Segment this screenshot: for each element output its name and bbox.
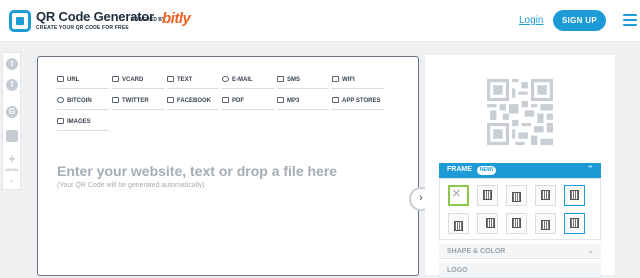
print-icon[interactable] bbox=[6, 130, 18, 142]
wifi-icon bbox=[332, 76, 339, 82]
tab-sms[interactable]: SMS bbox=[277, 75, 329, 89]
new-badge: NEW! bbox=[477, 166, 497, 175]
tab-app-stores[interactable]: APP STORES bbox=[332, 96, 384, 110]
signup-button[interactable]: SIGN UP bbox=[553, 10, 606, 31]
frame-option[interactable] bbox=[477, 185, 498, 206]
twitter-icon[interactable]: t bbox=[6, 58, 18, 70]
frame-option[interactable] bbox=[448, 213, 469, 234]
mp3-icon bbox=[277, 97, 284, 103]
hamburger-menu-icon[interactable] bbox=[623, 14, 637, 26]
tab-email[interactable]: E-MAIL bbox=[222, 75, 274, 89]
vcard-icon bbox=[112, 76, 119, 82]
tab-twitter[interactable]: TWITTER bbox=[112, 96, 164, 110]
frame-option[interactable] bbox=[506, 213, 527, 234]
shape-color-section[interactable]: SHAPE & COLOR ⌄ bbox=[439, 244, 601, 259]
google-icon[interactable]: G bbox=[6, 106, 18, 118]
frame-options-grid: × bbox=[439, 178, 601, 240]
chevron-down-icon: ⌄ bbox=[587, 246, 594, 255]
tab-images[interactable]: IMAGES bbox=[57, 117, 109, 131]
tab-vcard[interactable]: VCARD bbox=[112, 75, 164, 89]
content-input-card[interactable]: URL VCARD TEXT E-MAIL SMS WIFI BITCOIN T… bbox=[37, 56, 419, 276]
social-share-bar: t f G + 249930 ‹ bbox=[2, 52, 21, 190]
tab-text[interactable]: TEXT bbox=[167, 75, 219, 89]
login-link[interactable]: Login bbox=[519, 15, 543, 26]
top-navigation-bar: QR Code Generator CREATE YOUR QR CODE FO… bbox=[0, 0, 640, 42]
frame-option[interactable] bbox=[564, 185, 585, 206]
powered-by-label: POWERED BY bbox=[131, 17, 166, 23]
link-icon bbox=[57, 76, 64, 82]
facebook-icon bbox=[167, 97, 174, 103]
input-prompt[interactable]: Enter your website, text or drop a file … bbox=[57, 163, 337, 179]
share-count: 249930 bbox=[4, 167, 19, 172]
bitcoin-icon bbox=[57, 97, 64, 103]
tab-pdf[interactable]: PDF bbox=[222, 96, 274, 110]
tab-facebook[interactable]: FACEBOOK bbox=[167, 96, 219, 110]
chevron-up-icon: ⌃ bbox=[586, 164, 594, 174]
logo-label: LOGO bbox=[447, 267, 468, 274]
logo-section[interactable]: LOGO bbox=[439, 263, 601, 278]
email-icon bbox=[222, 76, 229, 82]
tab-wifi[interactable]: WIFI bbox=[332, 75, 384, 89]
shape-color-label: SHAPE & COLOR bbox=[447, 248, 506, 255]
qr-code-preview bbox=[487, 79, 553, 145]
brand-subtitle: CREATE YOUR QR CODE FOR FREE bbox=[36, 25, 129, 31]
frame-label: FRAME bbox=[447, 166, 472, 173]
frame-option[interactable] bbox=[477, 213, 498, 234]
tab-mp3[interactable]: MP3 bbox=[277, 96, 329, 110]
input-hint: (Your QR Code will be generated automati… bbox=[57, 182, 205, 189]
collapse-chevron-icon[interactable]: ‹ bbox=[3, 179, 20, 185]
images-icon bbox=[57, 118, 64, 124]
frame-option[interactable] bbox=[564, 213, 585, 234]
tab-url[interactable]: URL bbox=[57, 75, 109, 89]
frame-section-header[interactable]: FRAME NEW! ⌃ bbox=[439, 163, 601, 178]
close-icon: × bbox=[452, 185, 461, 202]
facebook-icon[interactable]: f bbox=[6, 79, 18, 91]
tab-bitcoin[interactable]: BITCOIN bbox=[57, 96, 109, 110]
pdf-icon bbox=[222, 97, 229, 103]
twitter-icon bbox=[112, 97, 119, 103]
sms-icon bbox=[277, 76, 284, 82]
add-icon[interactable]: + bbox=[6, 153, 18, 165]
text-icon bbox=[167, 76, 174, 82]
frame-option[interactable] bbox=[535, 185, 556, 206]
qr-logo-icon[interactable] bbox=[9, 10, 31, 32]
frame-option[interactable] bbox=[535, 213, 556, 234]
bitly-logo[interactable]: bitly bbox=[162, 10, 191, 27]
app-store-icon bbox=[332, 97, 339, 103]
customization-panel: FRAME NEW! ⌃ × SHAPE & COLOR ⌄ LOGO bbox=[425, 55, 615, 278]
frame-option[interactable] bbox=[506, 185, 527, 206]
frame-option-none[interactable]: × bbox=[448, 185, 469, 206]
